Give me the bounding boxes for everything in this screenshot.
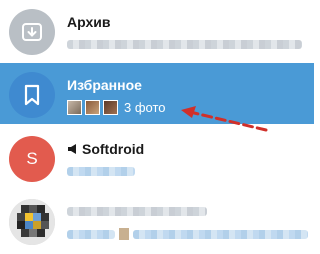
chat-preview-blurred — [67, 36, 302, 52]
saved-messages-avatar — [9, 72, 55, 118]
chat-title: Softdroid — [67, 141, 144, 157]
chat-title: Избранное — [67, 77, 142, 93]
softdroid-avatar: S — [9, 136, 55, 182]
photo-thumbnail — [85, 99, 100, 115]
chat-preview-blurred — [67, 226, 308, 242]
chat-row-archive[interactable]: Архив — [0, 0, 314, 61]
avatar-letter: S — [26, 149, 38, 168]
megaphone-icon — [67, 144, 78, 157]
chat-row-softdroid[interactable]: S Softdroid — [0, 127, 314, 188]
chat-title: Архив — [67, 14, 111, 30]
chat-title-blurred — [67, 204, 207, 216]
chat-preview-photos: 3 фото — [67, 99, 166, 115]
annotation-arrow-icon — [181, 106, 268, 132]
photo-count-label: 3 фото — [124, 99, 166, 115]
chat-row-pixelated[interactable] — [0, 190, 314, 251]
pixelated-avatar — [9, 199, 55, 245]
photo-thumbnail — [103, 99, 118, 115]
chat-preview-blurred — [67, 163, 135, 179]
bookmark-icon — [24, 84, 40, 106]
photo-thumbnail — [67, 99, 82, 115]
chat-title-text: Softdroid — [82, 141, 145, 157]
archive-icon — [22, 23, 42, 41]
archive-avatar — [9, 9, 55, 55]
